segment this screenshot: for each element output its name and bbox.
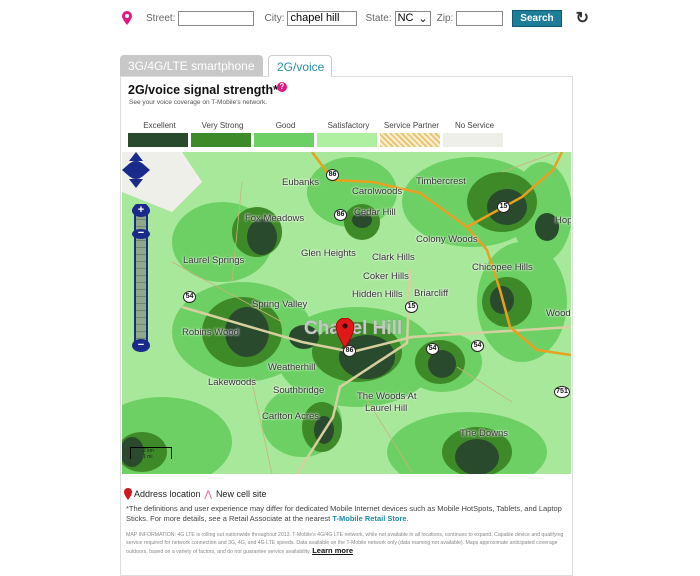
panel-title: 2G/voice signal strength* (128, 83, 279, 97)
learn-more-link[interactable]: Learn more (312, 546, 353, 555)
city-label: City: (264, 12, 285, 24)
legend-excellent: Excellent (128, 121, 191, 147)
place-label: Colony Woods (416, 234, 478, 245)
route-shield: 15 (497, 201, 510, 213)
route-shield: 86 (334, 209, 347, 221)
state-value: NC (397, 12, 414, 24)
retail-store-link[interactable]: T-Mobile Retail Store (332, 514, 406, 523)
place-label: Hidden Hills (352, 289, 403, 300)
state-select[interactable]: NC ⌄ (394, 10, 431, 26)
map-key: Address location ⋀ New cell site (124, 488, 266, 500)
place-label: Cedar Hill (354, 207, 396, 218)
route-shield: 15 (405, 301, 418, 313)
place-label: Fox Meadows (245, 213, 305, 224)
panel-subtitle: See your voice coverage on T-Mobile's ne… (129, 99, 268, 106)
place-label: The Downs (460, 428, 509, 439)
coverage-map[interactable]: Chapel Hill Eubanks Carolwoods Timbercre… (122, 152, 571, 474)
street-label: Street: (146, 12, 176, 24)
chevron-down-icon: ⌄ (418, 12, 428, 25)
address-marker-icon[interactable] (335, 318, 355, 348)
signal-legend: Excellent Very Strong Good Satisfactory … (128, 121, 506, 147)
state-label: State: (365, 12, 392, 24)
place-label: Robins Wood (182, 327, 239, 338)
place-label: Weatherhill (268, 362, 316, 373)
legend-good: Good (254, 121, 317, 147)
zip-input[interactable] (456, 10, 504, 26)
zip-label: Zip: (436, 12, 454, 24)
route-shield: 86 (326, 169, 339, 181)
address-location-label: Address location (134, 489, 201, 499)
disclaimer: *The definitions and user experience may… (126, 504, 562, 523)
place-label: Laurel Hill (365, 403, 408, 414)
place-label: Coker Hills (363, 271, 409, 282)
route-shield: 54 (471, 340, 484, 352)
legend-service-partner: Service Partner (380, 121, 443, 147)
legend-very-strong: Very Strong (191, 121, 254, 147)
place-label: Eubanks (282, 177, 319, 188)
place-label: Southbridge (273, 385, 325, 396)
route-shield: 54 (183, 291, 196, 303)
place-label: Glen Heights (301, 248, 356, 259)
zoom-out-button[interactable]: − (132, 339, 150, 352)
place-label: Hop (555, 215, 571, 226)
legend-satisfactory: Satisfactory (317, 121, 380, 147)
scale-bar: 2 km 1 mi (130, 447, 172, 460)
map-information: MAP INFORMATION: 4G LTE is rolling out n… (126, 532, 564, 555)
tab-3g-4g-lte-smartphone[interactable]: 3G/4G/LTE smartphone (120, 55, 263, 77)
legend-no-service: No Service (443, 121, 506, 147)
tab-2g-voice[interactable]: 2G/voice (268, 55, 332, 77)
place-label: Carolwoods (352, 186, 403, 197)
new-cell-site-label: New cell site (215, 489, 267, 499)
pan-control-icon[interactable] (122, 152, 150, 188)
route-shield: 54 (426, 343, 439, 355)
cell-site-icon: ⋀ (204, 488, 212, 499)
route-shield: 751 (554, 386, 570, 398)
address-search-bar: Street: City: State: NC ⌄ Zip: Search ↻ (122, 8, 589, 28)
place-label: Lakewoods (208, 377, 257, 388)
help-icon[interactable]: ? (277, 82, 287, 92)
location-pin-icon (122, 11, 132, 25)
zoom-slider-handle[interactable]: − (132, 228, 150, 239)
place-label: Laurel Springs (183, 255, 245, 266)
place-label: Clark Hills (372, 252, 415, 263)
place-label: Carlton Acres (262, 411, 320, 422)
search-button[interactable]: Search (512, 9, 562, 27)
street-input[interactable] (178, 10, 255, 26)
zoom-in-button[interactable]: + (132, 204, 150, 217)
city-input[interactable] (287, 10, 358, 26)
place-label: Timbercrest (416, 176, 466, 187)
place-label: Wood (546, 308, 571, 319)
zoom-slider[interactable] (134, 204, 148, 350)
place-label: Spring Valley (252, 299, 308, 310)
place-label: Chicopee Hills (472, 262, 533, 273)
address-location-icon (124, 488, 132, 500)
refresh-icon[interactable]: ↻ (576, 8, 589, 28)
place-label: The Woods At (357, 391, 417, 402)
place-label: Briarcliff (414, 288, 449, 299)
